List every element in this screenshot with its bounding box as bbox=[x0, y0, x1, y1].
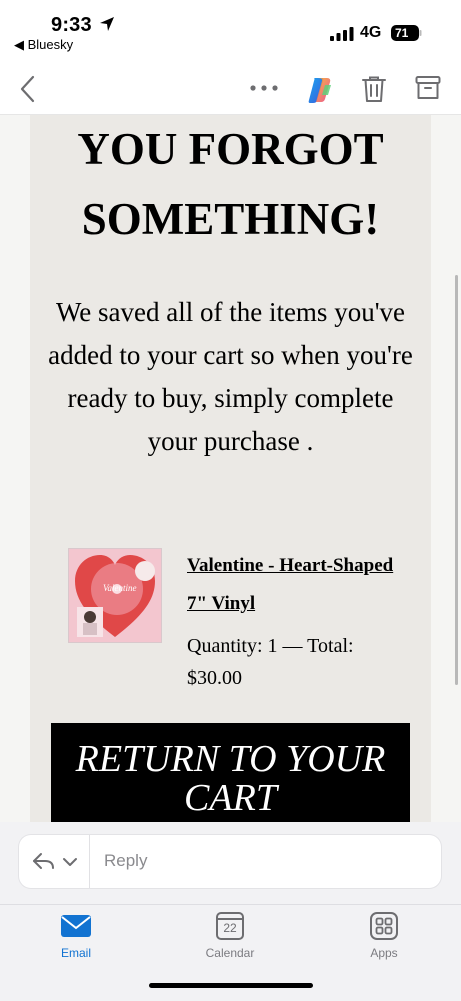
email-body-text: We saved all of the items you've added t… bbox=[48, 297, 413, 456]
tab-calendar-label: Calendar bbox=[205, 946, 255, 960]
network-type: 4G bbox=[360, 24, 382, 41]
return-to-cart-button[interactable]: RETURN TO YOUR CART bbox=[51, 723, 410, 822]
email-headline: YOU FORGOT SOMETHING! bbox=[77, 124, 384, 244]
tab-calendar[interactable]: 22 Calendar bbox=[190, 911, 270, 960]
tab-apps[interactable]: Apps bbox=[344, 911, 424, 960]
trash-icon[interactable] bbox=[361, 75, 387, 103]
status-bar: 9:33 ◀ Bluesky 4G 71 bbox=[0, 0, 461, 60]
cell-signal-icon bbox=[330, 27, 354, 41]
home-indicator[interactable] bbox=[149, 983, 313, 988]
scrollbar[interactable] bbox=[455, 275, 458, 685]
more-icon[interactable] bbox=[249, 84, 279, 92]
back-to-app-link[interactable]: ◀ Bluesky bbox=[14, 37, 73, 53]
reply-divider bbox=[89, 835, 90, 888]
apps-grid-icon bbox=[370, 912, 398, 940]
tab-apps-label: Apps bbox=[370, 946, 398, 960]
reply-arrow-icon[interactable] bbox=[31, 850, 83, 872]
product-quantity-total: Quantity: 1 — Total: $30.00 bbox=[187, 635, 354, 689]
tab-email-label: Email bbox=[60, 946, 91, 960]
location-arrow-icon bbox=[100, 17, 114, 31]
product-image[interactable]: Valentine bbox=[68, 548, 162, 643]
reply-box[interactable]: Reply bbox=[19, 835, 441, 888]
product-image-label: Valentine bbox=[103, 583, 137, 593]
copilot-icon[interactable] bbox=[305, 75, 335, 105]
email-card: YOU FORGOT SOMETHING! We saved all of th… bbox=[30, 115, 431, 822]
product-title-link[interactable]: Valentine - Heart-Shaped 7" Vinyl bbox=[187, 547, 407, 623]
archive-icon[interactable] bbox=[415, 75, 441, 101]
status-time: 9:33 bbox=[51, 14, 92, 36]
email-body[interactable]: YOU FORGOT SOMETHING! We saved all of th… bbox=[0, 115, 461, 822]
mail-icon bbox=[61, 915, 91, 937]
email-toolbar bbox=[0, 60, 461, 115]
reply-area: Reply bbox=[0, 822, 461, 904]
battery-icon: 71 bbox=[391, 25, 422, 41]
tab-email[interactable]: Email bbox=[36, 911, 116, 960]
battery-level: 71 bbox=[395, 26, 409, 40]
calendar-icon: 22 bbox=[214, 911, 246, 941]
back-chevron-icon[interactable] bbox=[18, 74, 38, 104]
reply-input[interactable]: Reply bbox=[104, 851, 147, 871]
calendar-date: 22 bbox=[223, 921, 237, 935]
